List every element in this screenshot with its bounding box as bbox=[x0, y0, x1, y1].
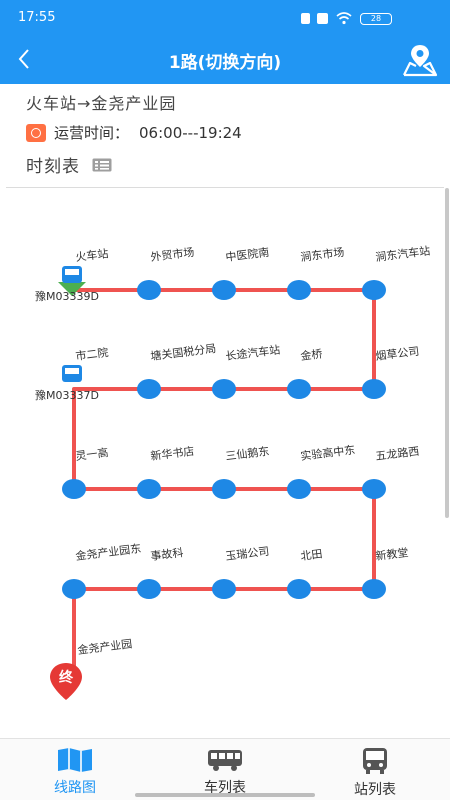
scrollbar[interactable] bbox=[445, 188, 449, 518]
stop-label-group: 金尧产业园东 bbox=[75, 541, 142, 563]
stop-label[interactable]: 外贸市场 bbox=[150, 245, 195, 264]
stop-label[interactable]: 三仙鹅东 bbox=[225, 444, 270, 463]
tab-route-map-label: 线路图 bbox=[54, 780, 96, 796]
stop-label-group: 五龙路西 bbox=[375, 445, 420, 463]
stop-label-group: 北田 bbox=[300, 547, 323, 563]
stop-label-group: 事故科 bbox=[150, 545, 184, 563]
status-time: 17:55 bbox=[18, 10, 56, 25]
stop-label-group: 玉瑞公司 bbox=[225, 544, 270, 563]
operating-time-label: 运营时间： bbox=[54, 124, 130, 142]
status-bar: 17:55 28 bbox=[0, 0, 450, 36]
stop-label-group: 烟草公司 bbox=[375, 344, 420, 363]
stop-dot[interactable] bbox=[137, 579, 161, 599]
tab-stop-list-label: 站列表 bbox=[354, 782, 396, 798]
stop-label[interactable]: 新华书店 bbox=[150, 444, 195, 463]
stop-dot[interactable] bbox=[287, 479, 311, 499]
tab-route-map[interactable]: 线路图 bbox=[0, 739, 150, 800]
stop-dot[interactable] bbox=[287, 379, 311, 399]
terminal-marker[interactable]: 终 bbox=[50, 663, 82, 700]
stop-dot[interactable] bbox=[362, 379, 386, 399]
stop-dot[interactable] bbox=[287, 280, 311, 300]
stop-label-group: 新教堂 bbox=[375, 545, 409, 563]
stop-dot[interactable] bbox=[62, 479, 86, 499]
route-map: 火车站 外贸市场 中医院南 涧东市场 涧东汽车站烟草公司 金桥 长途汽车站塘关国税分局 市二院… bbox=[35, 243, 431, 700]
stop-dot[interactable] bbox=[137, 479, 161, 499]
route-info: 火车站→金尧产业园 运营时间： 06:00---19:24 bbox=[26, 90, 426, 143]
bus-window bbox=[65, 368, 79, 374]
sim-off-icon bbox=[317, 13, 328, 24]
stop-label[interactable]: 市二院 bbox=[75, 345, 109, 363]
stop-label[interactable]: 涧东汽车站 bbox=[375, 243, 431, 264]
wifi-icon bbox=[336, 10, 352, 25]
stop-label[interactable]: 金桥 bbox=[300, 346, 324, 363]
stop-dot[interactable] bbox=[362, 280, 386, 300]
stop-label-group: 长途汽车站 bbox=[225, 342, 281, 363]
stop-label[interactable]: 事故科 bbox=[150, 545, 184, 563]
stop-label-group: 金桥 bbox=[300, 346, 324, 363]
home-indicator bbox=[135, 793, 315, 797]
stop-label[interactable]: 金尧产业园东 bbox=[75, 541, 142, 563]
clock-icon bbox=[26, 123, 46, 142]
stop-label-group: 三仙鹅东 bbox=[225, 444, 270, 463]
stop-dot[interactable] bbox=[212, 579, 236, 599]
list-icon bbox=[92, 158, 112, 171]
map-location-button[interactable] bbox=[400, 42, 440, 78]
stop-label[interactable]: 灵一高 bbox=[75, 445, 109, 463]
stop-label[interactable]: 塘关国税分局 bbox=[150, 341, 217, 363]
stop-label-group: 中医院南 bbox=[225, 245, 270, 264]
bus-side-icon bbox=[208, 750, 242, 771]
bus-window bbox=[65, 269, 79, 275]
stop-dot[interactable] bbox=[137, 280, 161, 300]
stop-dot[interactable] bbox=[287, 579, 311, 599]
stop-label-group: 涧东汽车站 bbox=[375, 243, 431, 264]
stop-dot[interactable] bbox=[62, 579, 86, 599]
operating-time: 运营时间： 06:00---19:24 bbox=[26, 122, 426, 143]
stop-label-group: 塘关国税分局 bbox=[150, 341, 217, 363]
stop-dot[interactable] bbox=[212, 479, 236, 499]
stop-dot[interactable] bbox=[137, 379, 161, 399]
stop-label[interactable]: 北田 bbox=[300, 547, 323, 563]
stop-label-group: 火车站 bbox=[75, 246, 109, 264]
map-book-icon bbox=[58, 748, 92, 772]
bus-plate: 豫M03337D bbox=[35, 389, 99, 402]
stop-label-group: 金尧产业园 bbox=[77, 636, 133, 657]
timetable-label: 时刻表 bbox=[26, 157, 80, 177]
stop-label-group: 涧东市场 bbox=[300, 245, 345, 264]
bus-plate: 豫M03339D bbox=[35, 290, 99, 303]
route-direction: 火车站→金尧产业园 bbox=[26, 94, 177, 113]
tab-bus-list[interactable]: 车列表 bbox=[150, 739, 300, 800]
stop-label[interactable]: 中医院南 bbox=[225, 245, 270, 264]
stop-label-group: 外贸市场 bbox=[150, 245, 195, 264]
tab-stop-list[interactable]: 站列表 bbox=[300, 739, 450, 800]
page-title[interactable]: 1路(切换方向) bbox=[0, 48, 450, 73]
stop-label[interactable]: 金尧产业园 bbox=[77, 636, 133, 657]
stop-label[interactable]: 玉瑞公司 bbox=[225, 544, 270, 563]
stop-label-group: 实验高中东 bbox=[300, 442, 356, 463]
battery-icon: 28 bbox=[360, 13, 392, 25]
header: 1路(切换方向) bbox=[0, 36, 450, 84]
stop-label[interactable]: 新教堂 bbox=[375, 545, 409, 563]
stop-label[interactable]: 烟草公司 bbox=[375, 344, 420, 363]
vibrate-icon bbox=[301, 13, 310, 24]
stop-dot[interactable] bbox=[212, 379, 236, 399]
stop-label[interactable]: 五龙路西 bbox=[375, 445, 420, 463]
stop-dot[interactable] bbox=[362, 479, 386, 499]
timetable-button[interactable]: 时刻表 bbox=[26, 152, 112, 177]
stop-dot[interactable] bbox=[212, 280, 236, 300]
map-pin-icon bbox=[403, 45, 438, 77]
bus-front-icon bbox=[363, 748, 387, 774]
stop-label[interactable]: 火车站 bbox=[75, 246, 109, 264]
bus-marker[interactable]: 豫M03337D bbox=[35, 365, 99, 402]
terminal-label: 终 bbox=[59, 669, 74, 686]
stop-label[interactable]: 长途汽车站 bbox=[225, 342, 281, 363]
operating-time-value: 06:00---19:24 bbox=[139, 123, 242, 142]
bus-marker[interactable]: 豫M03339D bbox=[35, 266, 99, 303]
stop-label-group: 新华书店 bbox=[150, 444, 195, 463]
stop-label-group: 灵一高 bbox=[75, 445, 109, 463]
stop-label[interactable]: 实验高中东 bbox=[300, 442, 356, 463]
bottom-nav: 线路图 车列表 站列表 bbox=[0, 738, 450, 800]
stop-dot[interactable] bbox=[362, 579, 386, 599]
stop-label-group: 市二院 bbox=[75, 345, 109, 363]
stop-label[interactable]: 涧东市场 bbox=[300, 245, 345, 264]
